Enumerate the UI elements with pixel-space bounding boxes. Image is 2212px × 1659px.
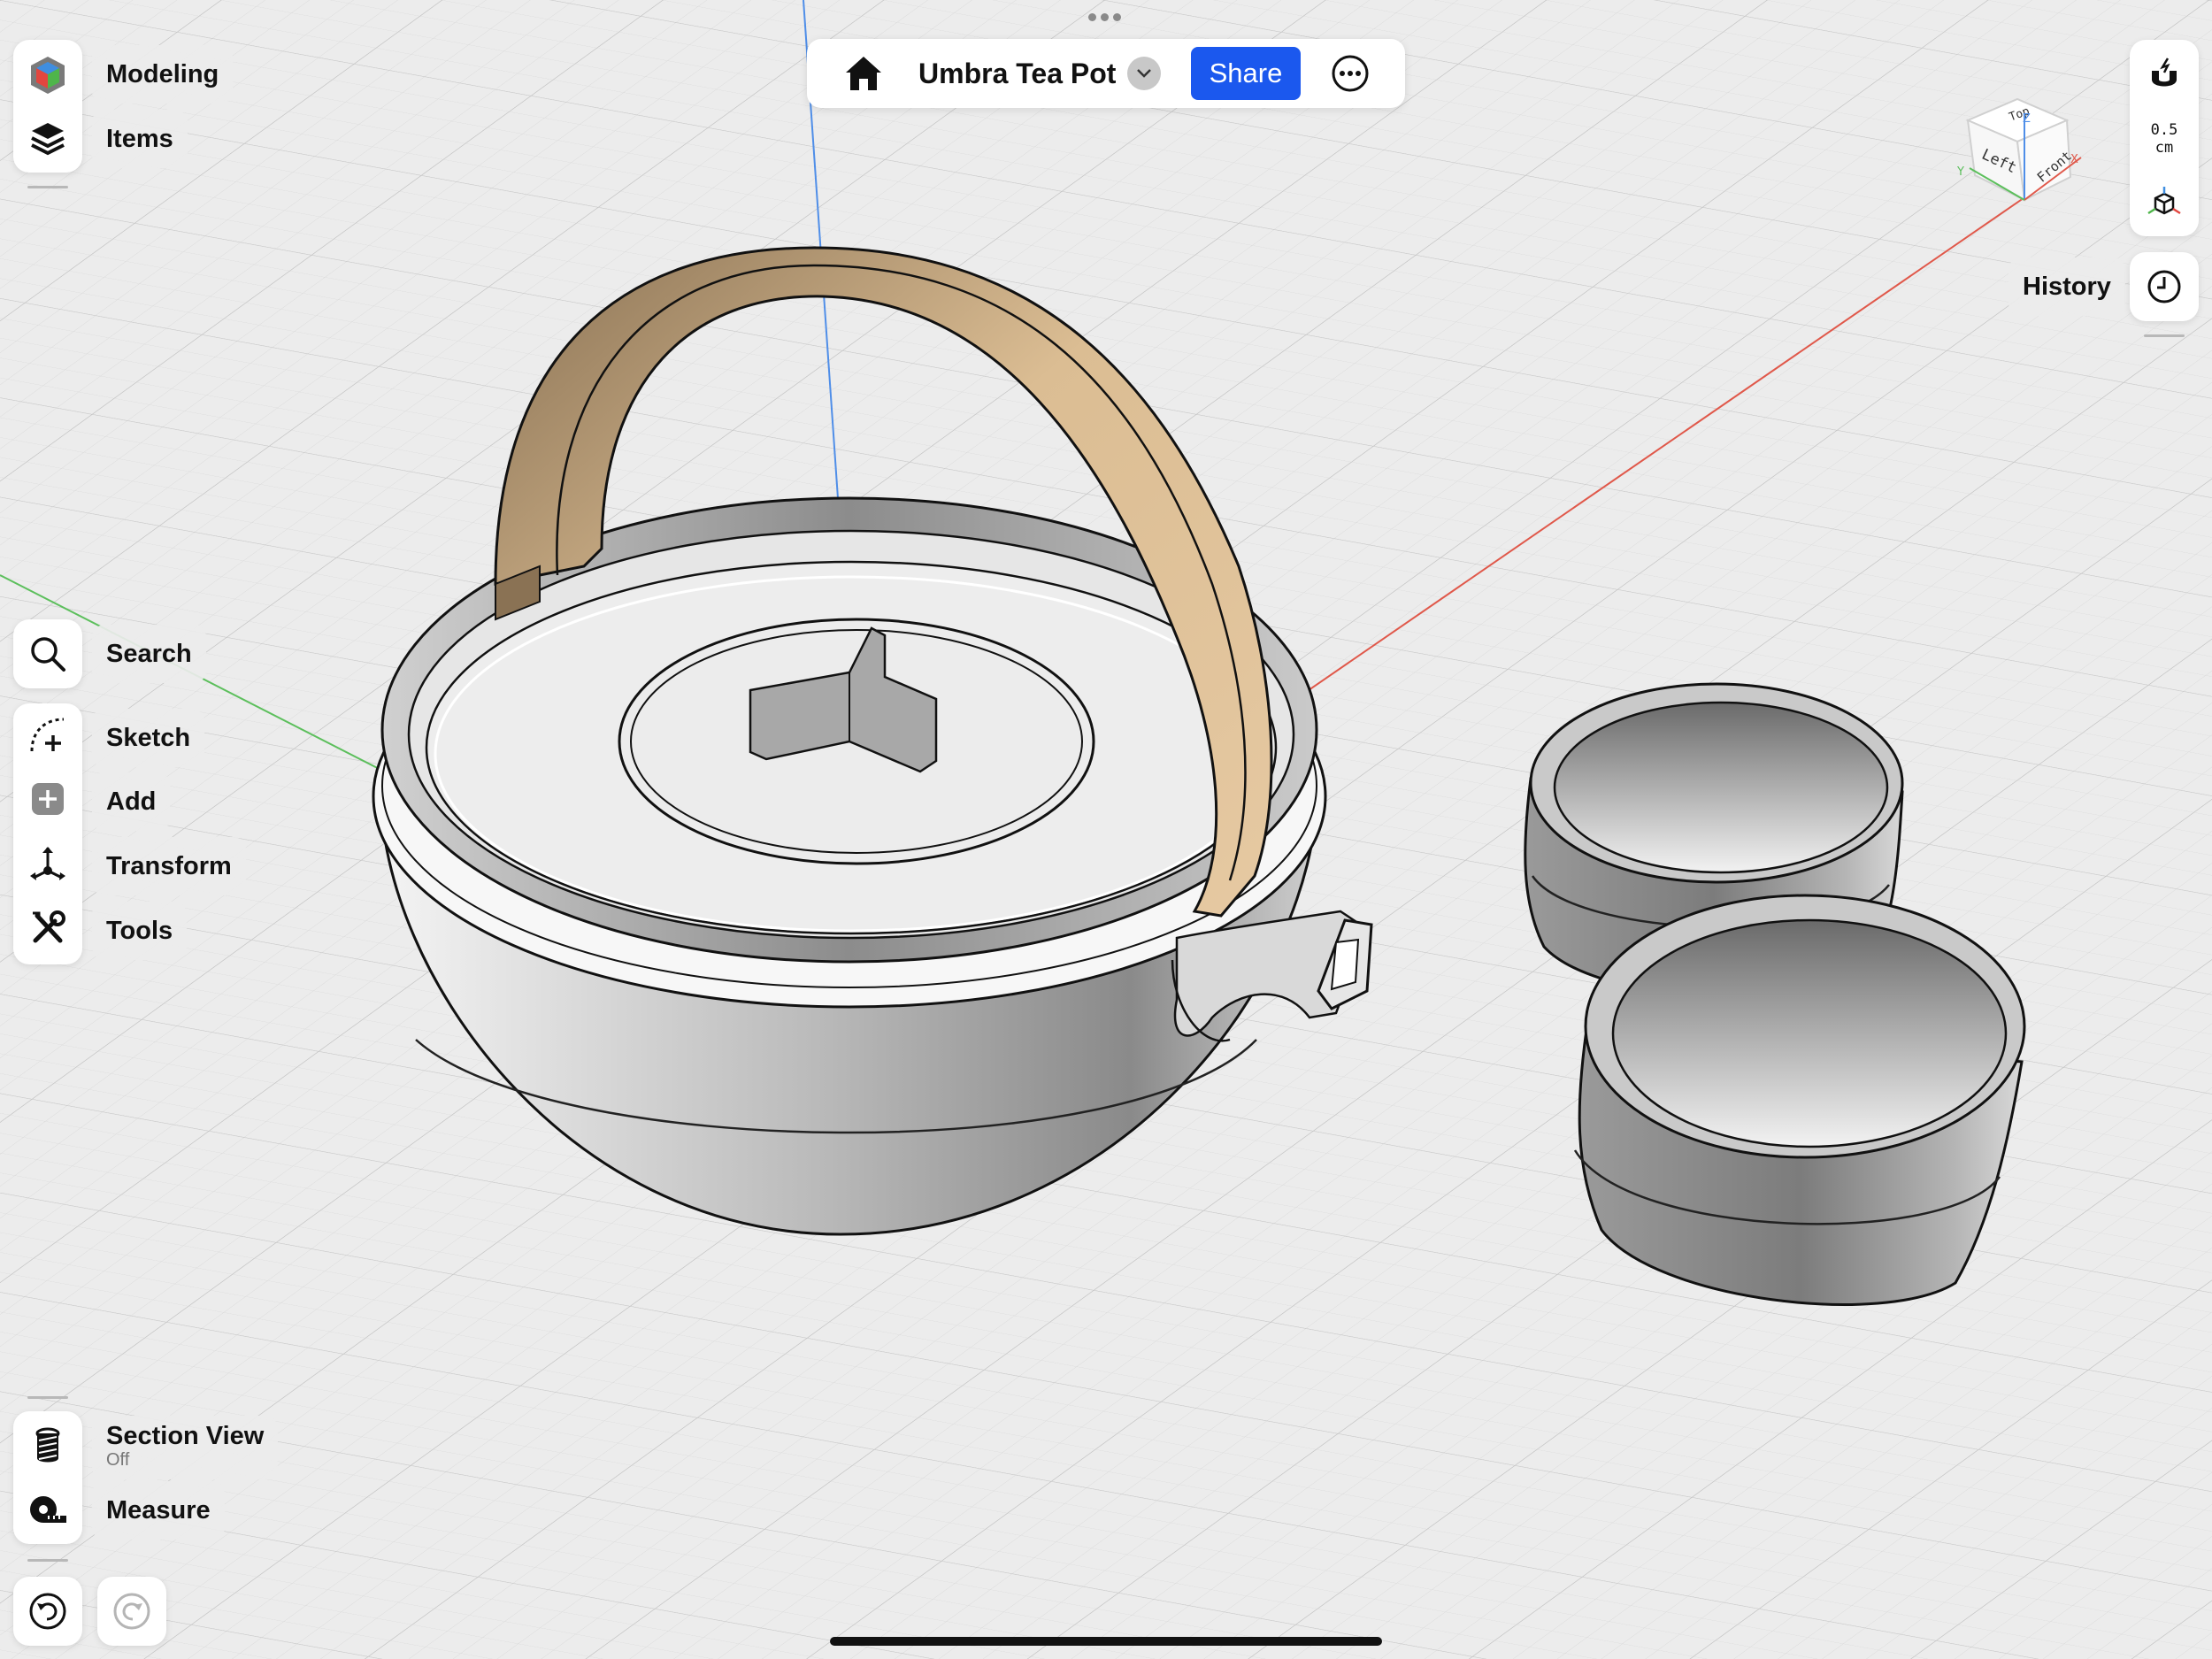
axis-x-label: X bbox=[2070, 153, 2078, 166]
search-label[interactable]: Search bbox=[92, 625, 206, 683]
transform-arrows-icon bbox=[30, 847, 65, 880]
chevron-down-icon bbox=[1137, 69, 1151, 78]
sketch-label[interactable]: Sketch bbox=[92, 709, 205, 767]
section-view-title: Section View bbox=[106, 1422, 265, 1450]
axis-cube-icon bbox=[2147, 187, 2181, 215]
section-view-button[interactable] bbox=[13, 1414, 82, 1478]
sketch-arc-icon bbox=[30, 718, 65, 752]
axis-y-label: Y bbox=[1957, 165, 1964, 179]
search-icon bbox=[31, 637, 65, 672]
layers-icon bbox=[31, 123, 65, 156]
undo-button[interactable] bbox=[13, 1577, 82, 1646]
section-view-state: Off bbox=[106, 1450, 130, 1470]
modeling-cube-icon bbox=[31, 57, 65, 94]
undo-icon bbox=[29, 1593, 66, 1630]
home-button[interactable] bbox=[842, 53, 885, 94]
sketch-button[interactable] bbox=[13, 703, 82, 767]
search-button[interactable] bbox=[13, 622, 82, 686]
add-label[interactable]: Add bbox=[92, 772, 171, 831]
section-view-label[interactable]: Section View Off bbox=[92, 1416, 279, 1479]
transform-label[interactable]: Transform bbox=[92, 837, 246, 895]
snap-increment[interactable]: 0.5 cm bbox=[2130, 121, 2199, 157]
add-square-icon bbox=[32, 783, 64, 815]
document-title[interactable]: Umbra Tea Pot bbox=[918, 39, 1116, 108]
window-grip[interactable] bbox=[1088, 13, 1121, 21]
snap-value: 0.5 bbox=[2150, 121, 2178, 139]
items-button[interactable] bbox=[13, 107, 82, 171]
tape-measure-icon bbox=[30, 1496, 66, 1523]
modeling-label[interactable]: Modeling bbox=[92, 45, 234, 104]
home-indicator[interactable] bbox=[830, 1637, 1382, 1646]
panel-separator bbox=[27, 1396, 68, 1399]
ellipsis-circle-icon bbox=[1332, 55, 1369, 92]
snap-unit: cm bbox=[2154, 139, 2174, 157]
transform-button[interactable] bbox=[13, 832, 82, 895]
home-icon bbox=[846, 57, 881, 90]
tools-label[interactable]: Tools bbox=[92, 902, 188, 960]
section-view-icon bbox=[35, 1427, 60, 1463]
cup-front-model[interactable] bbox=[1573, 894, 2026, 1306]
snap-button[interactable] bbox=[2130, 43, 2199, 107]
measure-label[interactable]: Measure bbox=[92, 1481, 225, 1540]
tools-button[interactable] bbox=[13, 896, 82, 960]
panel-separator bbox=[2144, 334, 2185, 337]
tools-panel bbox=[13, 703, 82, 964]
share-button[interactable]: Share bbox=[1191, 47, 1301, 100]
document-toolbar: Umbra Tea Pot Share bbox=[807, 39, 1405, 108]
magnet-icon bbox=[2152, 58, 2177, 87]
view-mode-button[interactable] bbox=[2130, 171, 2199, 234]
add-button[interactable] bbox=[13, 767, 82, 831]
measure-button[interactable] bbox=[13, 1478, 82, 1541]
panel-separator bbox=[27, 186, 68, 188]
title-dropdown-button[interactable] bbox=[1127, 57, 1161, 90]
history-button[interactable] bbox=[2130, 255, 2199, 319]
redo-button[interactable] bbox=[97, 1577, 166, 1646]
view-cube[interactable]: Top Left Front Z X Y bbox=[1957, 96, 2099, 211]
items-label[interactable]: Items bbox=[92, 110, 188, 168]
inspect-panel bbox=[13, 1411, 82, 1544]
search-panel bbox=[13, 619, 82, 688]
axis-z-label: Z bbox=[2023, 112, 2031, 126]
modeling-button[interactable] bbox=[13, 43, 82, 107]
history-label[interactable]: History bbox=[2008, 257, 2125, 316]
panel-separator bbox=[27, 1559, 68, 1562]
3d-viewport[interactable] bbox=[0, 0, 2212, 1659]
snap-panel: 0.5 cm bbox=[2130, 40, 2199, 236]
workspace-panel bbox=[13, 40, 82, 173]
clock-icon bbox=[2147, 270, 2181, 303]
history-panel bbox=[2130, 252, 2199, 321]
redo-icon bbox=[113, 1593, 150, 1630]
wrench-screwdriver-icon bbox=[33, 910, 65, 943]
more-options-button[interactable] bbox=[1331, 54, 1370, 93]
